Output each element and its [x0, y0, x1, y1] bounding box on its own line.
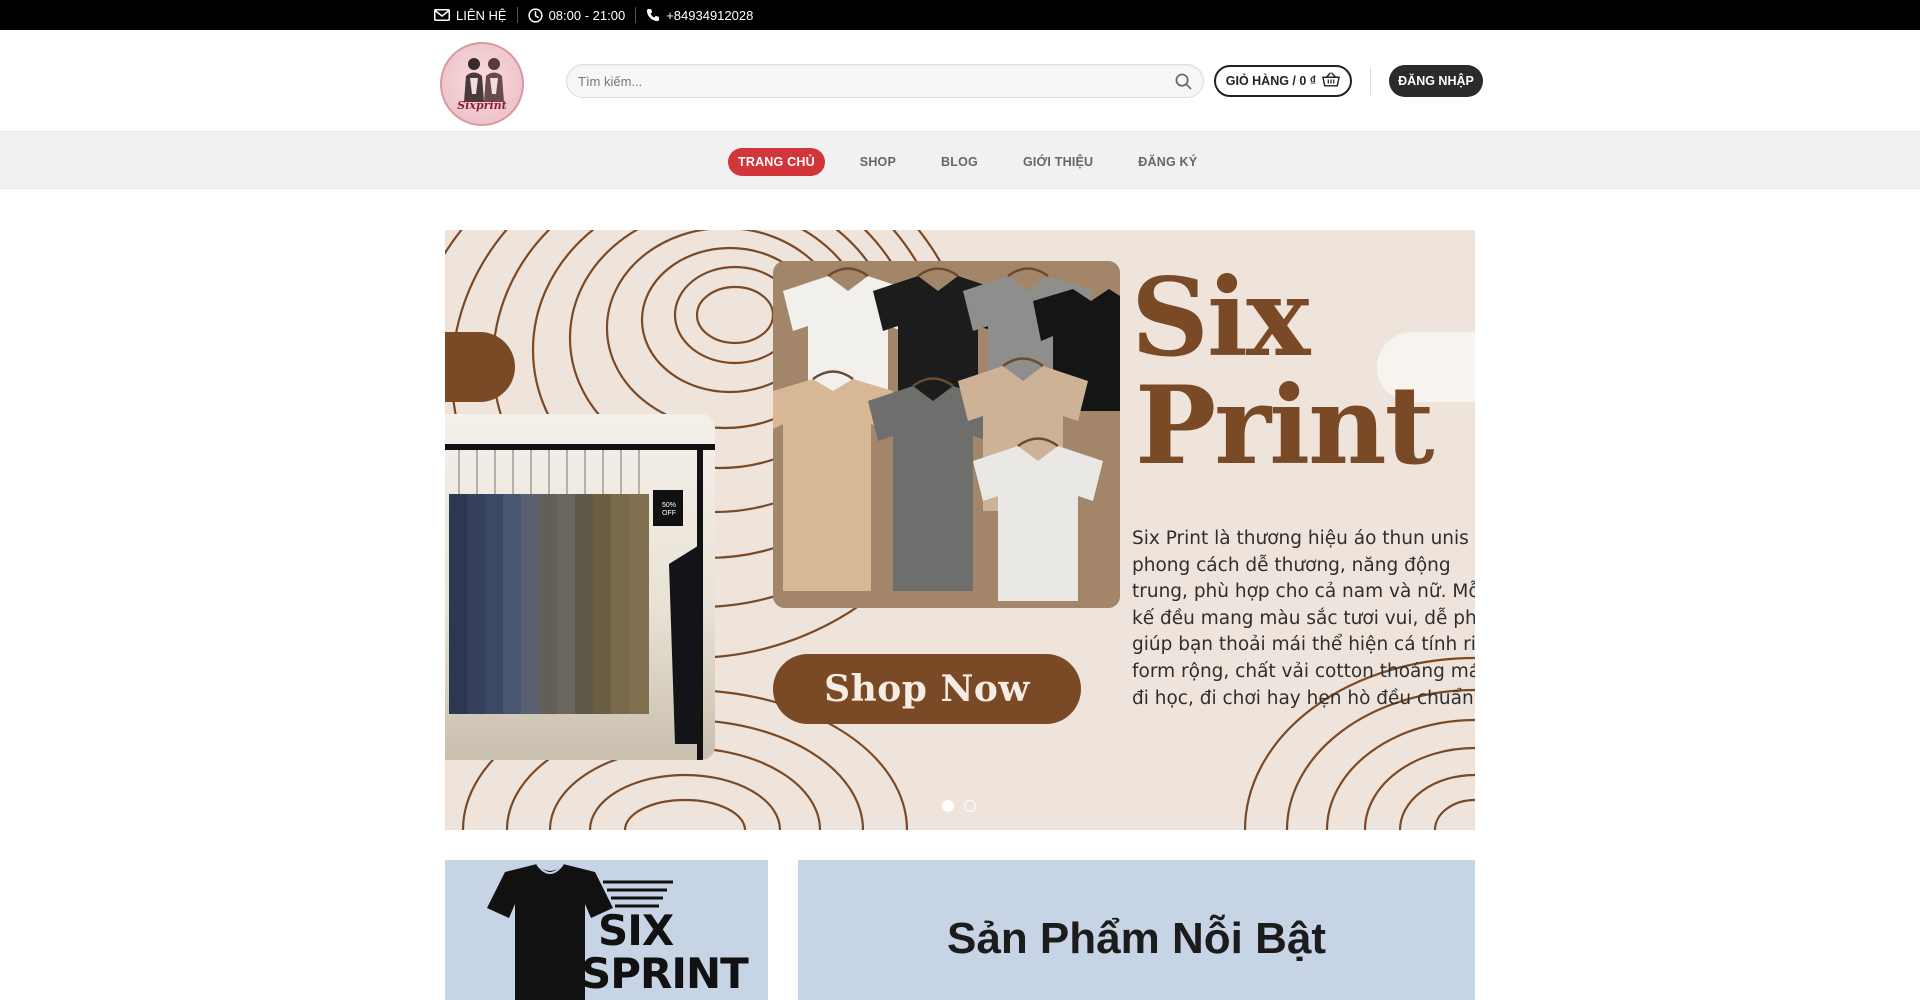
opening-hours: 08:00 - 21:00 [518, 0, 636, 30]
logo-figures [464, 58, 504, 102]
decor-pill-left [445, 332, 515, 402]
nav-item-register[interactable]: ĐĂNG KÝ [1128, 148, 1207, 176]
tshirts-photo [773, 261, 1120, 608]
slider-dots [942, 800, 976, 812]
cart-label: GIỎ HÀNG / 0 ₫ [1225, 74, 1317, 88]
header-divider [1370, 67, 1371, 95]
clothing-rack-image: 50% OFF [445, 414, 715, 760]
cart-button[interactable]: GIỎ HÀNG / 0 ₫ [1214, 65, 1352, 97]
brand-title-six: Six [1131, 255, 1310, 381]
envelope-icon [434, 9, 450, 21]
phone-icon [646, 8, 660, 22]
description-line: kế đều mang màu sắc tươi vui, dễ ph [1132, 607, 1475, 629]
search-input[interactable] [578, 73, 1173, 89]
brand-title-print: Print [1135, 363, 1435, 489]
brand-description: Six Print là thương hiệu áo thun unis ph… [1132, 526, 1475, 712]
description-line: giúp bạn thoải mái thể hiện cá tính riê [1132, 634, 1475, 656]
phone-link[interactable]: +84934912028 [636, 0, 763, 30]
slide-dot-2[interactable] [964, 800, 976, 812]
login-button[interactable]: ĐĂNG NHẬP [1389, 65, 1483, 97]
nav-item-home[interactable]: TRANG CHỦ [728, 148, 825, 176]
featured-products-banner: Sản Phẩm Nỗi Bật [798, 860, 1475, 1000]
hours-text: 08:00 - 21:00 [548, 7, 626, 23]
basket-icon [1322, 72, 1341, 90]
clock-icon [527, 7, 543, 23]
contact-label: LIÊN HỆ [456, 7, 507, 23]
brand-promo-card[interactable]: SIX SPRINT [445, 860, 768, 1000]
search-icon[interactable] [1173, 71, 1193, 91]
nav-item-about[interactable]: GIỚI THIỆU [1013, 148, 1103, 176]
nav-item-shop[interactable]: SHOP [850, 148, 906, 176]
description-line: form rộng, chất vải cotton thoáng má [1132, 660, 1475, 682]
sale-tag: 50% OFF [661, 502, 676, 517]
logo-text: Sixprint [457, 99, 507, 112]
description-line: Six Print là thương hiệu áo thun unis [1132, 528, 1469, 549]
description-line: trung, phù hợp cho cả nam và nữ. Mỗ [1132, 581, 1475, 603]
top-bar: LIÊN HỆ 08:00 - 21:00 +84934912028 [0, 0, 1920, 30]
site-header: Sixprint GIỎ HÀNG / 0 ₫ ĐĂNG NHẬP [0, 30, 1920, 131]
description-line: phong cách dễ thương, năng động [1132, 554, 1451, 576]
main-navigation: TRANG CHỦ SHOP BLOG GIỚI THIỆU ĐĂNG KÝ [0, 131, 1920, 189]
contact-link[interactable]: LIÊN HỆ [434, 0, 517, 30]
site-logo[interactable]: Sixprint [440, 42, 524, 126]
slide-dot-1[interactable] [942, 800, 954, 812]
hero-slider[interactable]: 50% OFF Six Print Six Print là thương hi… [445, 230, 1475, 830]
search-bar[interactable] [566, 64, 1204, 98]
nav-item-blog[interactable]: BLOG [931, 148, 988, 176]
description-line: đi học, đi chơi hay hẹn hò đều chuẩn xi [1132, 687, 1475, 709]
promo-word-sprint: SPRINT [581, 949, 749, 998]
featured-title: Sản Phẩm Nỗi Bật [947, 914, 1326, 963]
promo-word-six: SIX [598, 906, 674, 955]
phone-number: +84934912028 [666, 7, 754, 23]
shop-now-button[interactable]: Shop Now [773, 654, 1081, 724]
